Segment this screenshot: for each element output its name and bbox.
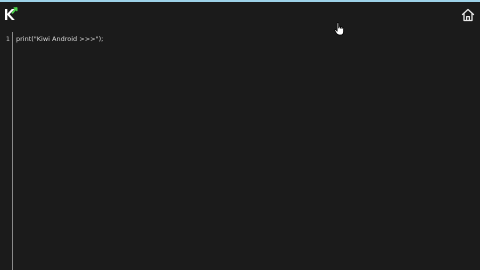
line-number-gutter-divider: [12, 32, 13, 270]
code-editor[interactable]: 1 print("Kiwi Android >>>");: [0, 30, 480, 270]
app-window: 1 print("Kiwi Android >>>");: [0, 0, 480, 270]
home-icon: [461, 8, 475, 22]
home-button[interactable]: [461, 8, 475, 22]
line-number: 1: [5, 35, 10, 43]
mouse-pointer-hand-icon: [334, 22, 345, 36]
code-line[interactable]: print("Kiwi Android >>>");: [16, 35, 103, 43]
kiwi-logo-icon: [3, 7, 18, 22]
toolbar: [0, 2, 480, 30]
